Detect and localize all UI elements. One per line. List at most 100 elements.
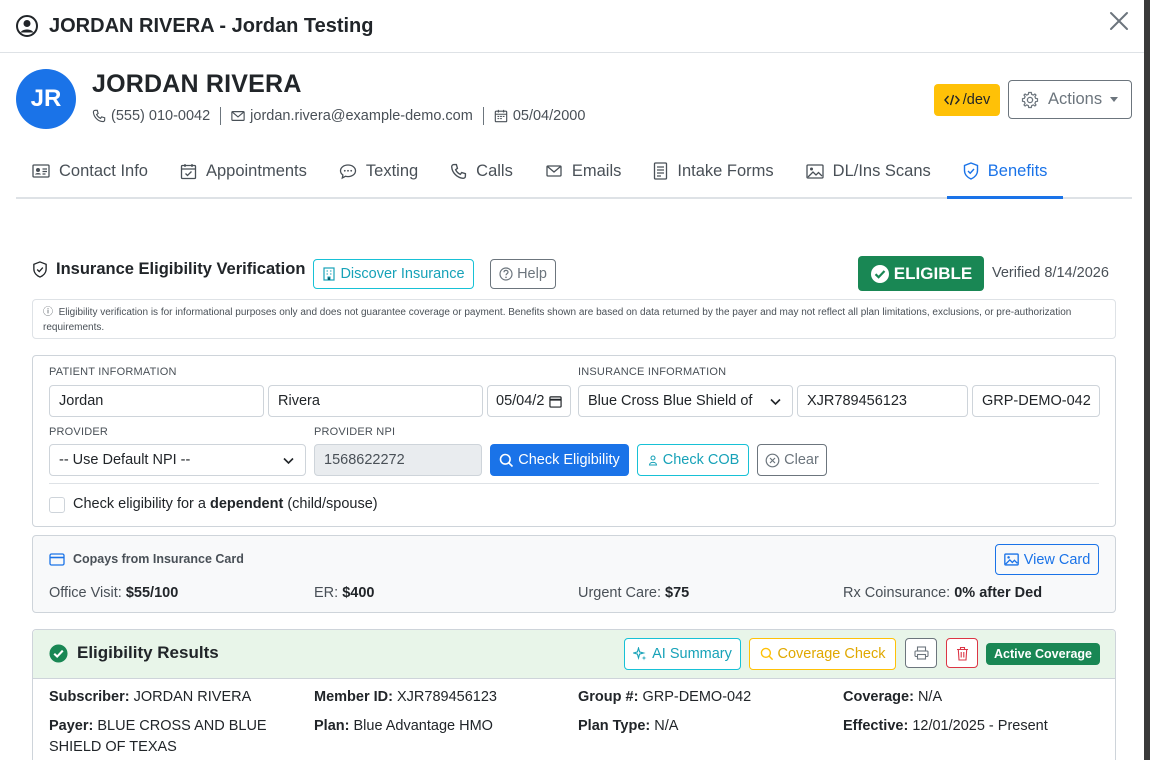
payer-select[interactable]: Blue Cross Blue Shield of Te	[578, 385, 793, 417]
provider-value: -- Use Default NPI --	[59, 452, 191, 468]
member-id-field: Member ID: XJR789456123	[314, 687, 497, 708]
copay-value: $55/100	[125, 585, 179, 601]
clear-button[interactable]: Clear	[757, 444, 827, 476]
copays-title: Copays from Insurance Card	[49, 552, 244, 566]
tab-label: Intake Forms	[677, 161, 774, 180]
patient-email[interactable]: jordan.rivera@example-demo.com	[250, 108, 473, 124]
tab-dl-ins-scans[interactable]: DL/Ins Scans	[790, 145, 947, 197]
view-card-button[interactable]: View Card	[995, 544, 1099, 575]
patient-phone[interactable]: (555) 010-0042	[111, 108, 210, 124]
payer-field: Payer: BLUE CROSS AND BLUE SHIELD OF TEXA…	[49, 716, 299, 758]
chevron-down-icon	[1110, 97, 1119, 102]
tab-intake-forms[interactable]: Intake Forms	[637, 145, 789, 197]
dependent-checkbox[interactable]	[49, 497, 65, 513]
dob-value: 05/04/2	[496, 393, 545, 409]
calendar-icon[interactable]	[549, 395, 562, 408]
group-number-input[interactable]: GRP-DEMO-042	[972, 385, 1100, 417]
patient-dob: 05/04/2000	[512, 108, 586, 124]
discover-label: Discover Insurance	[340, 266, 465, 282]
tab-label: DL/Ins Scans	[832, 161, 931, 180]
field-value: 12/01/2025 - Present	[912, 718, 1048, 734]
check-circle-icon	[49, 643, 68, 663]
field-value: JORDAN RIVERA	[133, 689, 252, 705]
tab-emails[interactable]: Emails	[529, 145, 638, 197]
envelope-icon	[546, 165, 562, 177]
actions-dropdown-button[interactable]: Actions	[1008, 80, 1132, 119]
calendar-icon	[494, 109, 508, 123]
last-name-input[interactable]: Rivera	[268, 385, 483, 417]
results-title: Eligibility Results	[49, 643, 219, 663]
payer-value: Blue Cross Blue Shield of Te	[588, 393, 753, 409]
first-name-input[interactable]: Jordan	[49, 385, 264, 417]
tab-contact-info[interactable]: Contact Info	[16, 145, 164, 197]
patient-modal: JORDAN RIVERA - Jordan Testing JR JORDAN…	[0, 0, 1147, 760]
field-value: GRP-DEMO-042	[642, 689, 752, 705]
coverage-check-button[interactable]: Coverage Check	[749, 638, 896, 670]
field-value: N/A	[917, 689, 943, 705]
tab-label: Texting	[365, 161, 419, 180]
field-value: N/A	[654, 718, 679, 734]
tab-texting[interactable]: Texting	[323, 145, 434, 197]
member-id-input[interactable]: XJR789456123	[797, 385, 968, 417]
plan-field: Plan: Blue Advantage HMO	[314, 716, 493, 737]
field-label: Plan:	[314, 718, 350, 734]
coverage-field: Coverage: N/A	[843, 687, 942, 708]
dev-button[interactable]: /dev	[934, 84, 1000, 116]
copay-rx-coinsurance: Rx Coinsurance: 0% after Ded	[843, 585, 1042, 601]
copay-value: $75	[665, 585, 690, 601]
active-coverage-badge: Active Coverage	[986, 643, 1100, 665]
field-value: XJR789456123	[397, 689, 497, 705]
print-button[interactable]	[905, 638, 937, 668]
patient-profile: JR JORDAN RIVERA (555) 010-0042 jordan.r…	[0, 53, 1144, 145]
copays-card: Copays from Insurance Card View Card Off…	[32, 535, 1116, 613]
search-icon	[499, 453, 514, 467]
close-icon[interactable]	[1108, 10, 1130, 32]
shield-check-icon	[33, 261, 47, 278]
envelope-icon	[231, 111, 245, 121]
disclaimer-text: Eligibility verification is for informat…	[43, 307, 1072, 333]
image-icon	[1003, 553, 1019, 566]
field-label: Payer:	[49, 718, 94, 734]
info-icon: ⓘ	[43, 307, 53, 318]
divider	[49, 483, 1099, 484]
results-header: Eligibility Results AI Summary Coverage …	[33, 630, 1115, 679]
trash-icon	[956, 646, 968, 661]
help-button[interactable]: Help	[490, 259, 556, 289]
provider-npi-label: PROVIDER NPI	[314, 426, 396, 438]
tab-calls[interactable]: Calls	[434, 145, 529, 197]
dob-date-input[interactable]: 05/04/2	[487, 385, 571, 417]
dependent-checkbox-label: Check eligibility for a dependent (child…	[73, 496, 378, 512]
contact-card-icon	[32, 164, 50, 178]
eligibility-form-card: PATIENT INFORMATION Jordan Rivera 05/04/…	[32, 355, 1116, 527]
delete-button[interactable]	[946, 638, 978, 668]
avatar: JR	[16, 69, 76, 129]
shield-check-icon	[963, 162, 978, 180]
check-eligibility-button[interactable]: Check Eligibility	[490, 444, 629, 476]
field-label: Effective:	[843, 718, 909, 734]
eligible-status-badge: ELIGIBLE	[858, 256, 984, 291]
search-icon	[760, 647, 773, 661]
provider-select[interactable]: -- Use Default NPI --	[49, 444, 306, 476]
ai-summary-label: AI Summary	[652, 646, 732, 662]
discover-insurance-button[interactable]: Discover Insurance	[313, 259, 474, 289]
check-cob-button[interactable]: Check COB	[637, 444, 749, 476]
x-circle-icon	[765, 453, 780, 467]
dependent-suffix: (child/spouse)	[283, 496, 378, 512]
question-circle-icon	[499, 267, 513, 281]
tab-benefits[interactable]: Benefits	[946, 145, 1064, 199]
check-cob-label: Check COB	[662, 452, 740, 468]
code-icon	[943, 94, 960, 106]
divider	[220, 107, 222, 125]
tab-bar: Contact Info Appointments Texting Calls …	[16, 145, 1132, 199]
verified-date: Verified 8/14/2026	[992, 265, 1109, 281]
patient-name: JORDAN RIVERA	[92, 70, 302, 98]
clear-label: Clear	[784, 452, 819, 468]
ai-summary-button[interactable]: AI Summary	[624, 638, 741, 670]
disclaimer-alert: ⓘ Eligibility verification is for inform…	[32, 299, 1116, 339]
actions-label: Actions	[1048, 90, 1103, 108]
tab-appointments[interactable]: Appointments	[164, 145, 323, 197]
people-icon	[648, 454, 657, 466]
field-label: Member ID:	[314, 689, 393, 705]
copay-value: 0% after Ded	[954, 585, 1043, 601]
sparkles-icon	[633, 647, 647, 661]
